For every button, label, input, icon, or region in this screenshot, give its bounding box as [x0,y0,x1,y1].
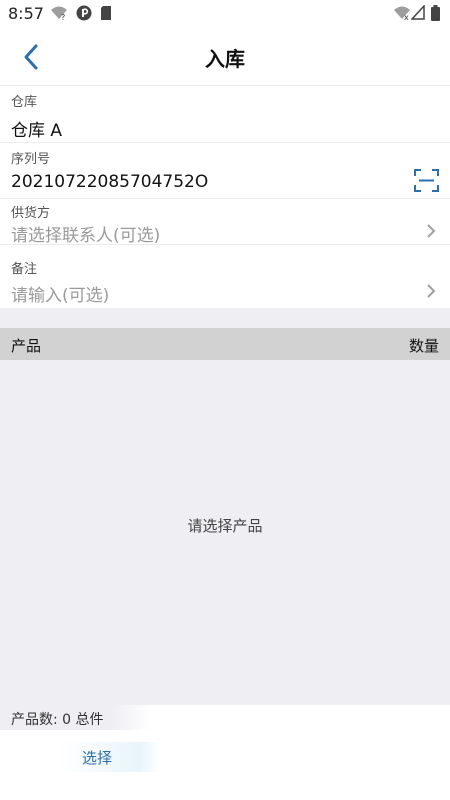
warehouse-row[interactable]: 仓库 仓库 A [0,86,450,143]
sim-card-icon [100,5,112,25]
warehouse-label: 仓库 [11,95,38,110]
signal-icon [410,4,425,24]
status-time: 8:57 [8,4,44,23]
supplier-row[interactable]: 供货方 请选择联系人(可选) [0,199,450,246]
supplier-placeholder: 请选择联系人(可选) [11,226,161,246]
column-product: 产品 [11,337,42,355]
column-quantity: 数量 [408,337,439,355]
product-table-header: 产品 数量 [0,328,450,360]
wifi-x-icon: x [393,5,411,25]
battery-icon [431,5,440,25]
empty-product-text: 请选择产品 [187,517,263,535]
section-gap [0,308,450,328]
serial-row: 序列号 20210722085704752O [0,143,450,199]
scan-icon[interactable] [414,168,439,193]
serial-label: 序列号 [11,152,51,167]
remark-row[interactable]: 备注 请输入(可选) [0,245,450,308]
summary-fade [110,705,450,730]
supplier-label: 供货方 [11,206,51,221]
select-product-button[interactable]: 选择 [60,742,160,772]
warehouse-value: 仓库 A [11,121,63,141]
wifi-question-icon: ? [50,5,68,25]
remark-label: 备注 [11,262,38,277]
app-badge-icon [76,5,92,25]
svg-text:?: ? [61,13,65,21]
serial-input[interactable]: 20210722085704752O [11,172,208,192]
chevron-right-icon [426,223,436,239]
status-bar: 8:57 ? x [0,0,450,28]
summary-text: 产品数: 0 总件 [11,712,104,728]
chevron-right-icon [426,283,436,299]
remark-placeholder: 请输入(可选) [11,286,110,306]
title-bar: 入库 [0,28,450,86]
page-title: 入库 [205,47,245,71]
bottom-action-bar: 选择 [0,730,450,800]
product-list: 请选择产品 [0,360,450,705]
svg-text:x: x [404,13,409,21]
